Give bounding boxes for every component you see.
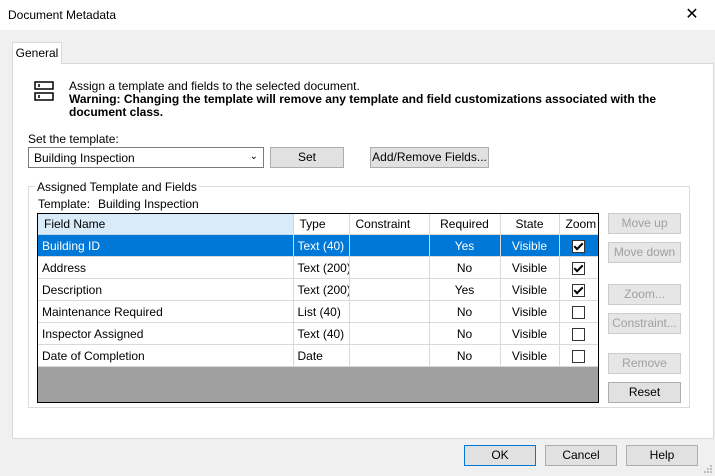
constraint-cell [349, 300, 430, 323]
fields-table: Field Name Type Constraint Required Stat… [38, 214, 598, 367]
template-label: Template: [38, 197, 91, 211]
field-name-cell[interactable]: Address [38, 256, 294, 279]
required-cell[interactable]: No [429, 300, 501, 323]
add-remove-fields-button[interactable]: Add/Remove Fields... [370, 147, 489, 168]
ok-button[interactable]: OK [464, 445, 536, 466]
table-row[interactable]: Description Text (200) Yes Visible [38, 278, 598, 301]
warning-text: Warning: Changing the template will remo… [69, 92, 656, 119]
zoom-cell [559, 278, 598, 301]
type-cell: Text (200) [293, 256, 350, 279]
zoom-checkbox[interactable] [572, 349, 585, 363]
required-cell[interactable]: No [429, 344, 501, 367]
required-cell[interactable]: Yes [429, 278, 501, 301]
cancel-button[interactable]: Cancel [545, 445, 617, 466]
info-text: Assign a template and fields to the sele… [69, 80, 669, 119]
tab-general[interactable]: General [12, 42, 62, 64]
required-cell[interactable]: No [429, 256, 501, 279]
required-cell[interactable]: No [429, 322, 501, 345]
field-name-cell[interactable]: Date of Completion [38, 344, 294, 367]
state-cell[interactable]: Visible [500, 344, 560, 367]
zoom-button[interactable]: Zoom... [608, 284, 681, 305]
type-cell: List (40) [293, 300, 350, 323]
state-cell[interactable]: Visible [500, 322, 560, 345]
zoom-checkbox[interactable] [572, 283, 585, 297]
zoom-checkbox[interactable] [572, 239, 585, 253]
table-row[interactable]: Maintenance Required List (40) No Visibl… [38, 300, 598, 323]
group-title: Assigned Template and Fields [35, 180, 199, 194]
help-button[interactable]: Help [626, 445, 698, 466]
fields-grid[interactable]: Field Name Type Constraint Required Stat… [37, 213, 599, 403]
template-combobox-value: Building Inspection [34, 151, 135, 165]
zoom-cell [559, 322, 598, 345]
chevron-down-icon[interactable]: ⌄ [250, 151, 258, 162]
set-template-label: Set the template: [28, 132, 119, 146]
table-row[interactable]: Building ID Text (40) Yes Visible [38, 234, 598, 257]
close-button[interactable]: ✕ [669, 0, 715, 30]
column-header-type[interactable]: Type [293, 214, 350, 235]
template-value: Building Inspection [98, 197, 199, 211]
state-cell[interactable]: Visible [500, 234, 560, 257]
zoom-cell [559, 344, 598, 367]
zoom-cell [559, 234, 598, 257]
type-cell: Date [293, 344, 350, 367]
set-button[interactable]: Set [270, 147, 344, 168]
fields-icon [34, 81, 54, 101]
column-header-state[interactable]: State [500, 214, 560, 235]
title-bar: Document Metadata ✕ [0, 0, 715, 30]
field-name-cell[interactable]: Building ID [38, 234, 294, 257]
remove-button[interactable]: Remove [608, 353, 681, 374]
type-cell: Text (40) [293, 322, 350, 345]
constraint-cell [349, 322, 430, 345]
constraint-cell [349, 234, 430, 257]
move-up-button[interactable]: Move up [608, 213, 681, 234]
table-row[interactable]: Date of Completion Date No Visible [38, 344, 598, 367]
reset-button[interactable]: Reset [608, 382, 681, 403]
column-header-constraint[interactable]: Constraint [349, 214, 430, 235]
column-header-zoom[interactable]: Zoom [559, 214, 598, 235]
table-row[interactable]: Inspector Assigned Text (40) No Visible [38, 322, 598, 345]
field-name-cell[interactable]: Inspector Assigned [38, 322, 294, 345]
move-down-button[interactable]: Move down [608, 242, 681, 263]
field-name-cell[interactable]: Maintenance Required [38, 300, 294, 323]
field-name-cell[interactable]: Description [38, 278, 294, 301]
type-cell: Text (200) [293, 278, 350, 301]
window-title: Document Metadata [8, 8, 117, 22]
table-header-row: Field Name Type Constraint Required Stat… [38, 214, 598, 235]
zoom-cell [559, 256, 598, 279]
zoom-cell [559, 300, 598, 323]
column-header-required[interactable]: Required [429, 214, 501, 235]
required-cell[interactable]: Yes [429, 234, 501, 257]
constraint-button[interactable]: Constraint... [608, 313, 681, 334]
zoom-checkbox[interactable] [572, 327, 585, 341]
constraint-cell [349, 344, 430, 367]
template-combobox[interactable]: Building Inspection ⌄ [28, 147, 264, 168]
state-cell[interactable]: Visible [500, 256, 560, 279]
state-cell[interactable]: Visible [500, 278, 560, 301]
constraint-cell [349, 256, 430, 279]
column-header-field-name[interactable]: Field Name [38, 214, 294, 235]
resize-grip-icon[interactable] [703, 464, 713, 474]
state-cell[interactable]: Visible [500, 300, 560, 323]
zoom-checkbox[interactable] [572, 261, 585, 275]
constraint-cell [349, 278, 430, 301]
zoom-checkbox[interactable] [572, 305, 585, 319]
type-cell: Text (40) [293, 234, 350, 257]
table-row[interactable]: Address Text (200) No Visible [38, 256, 598, 279]
